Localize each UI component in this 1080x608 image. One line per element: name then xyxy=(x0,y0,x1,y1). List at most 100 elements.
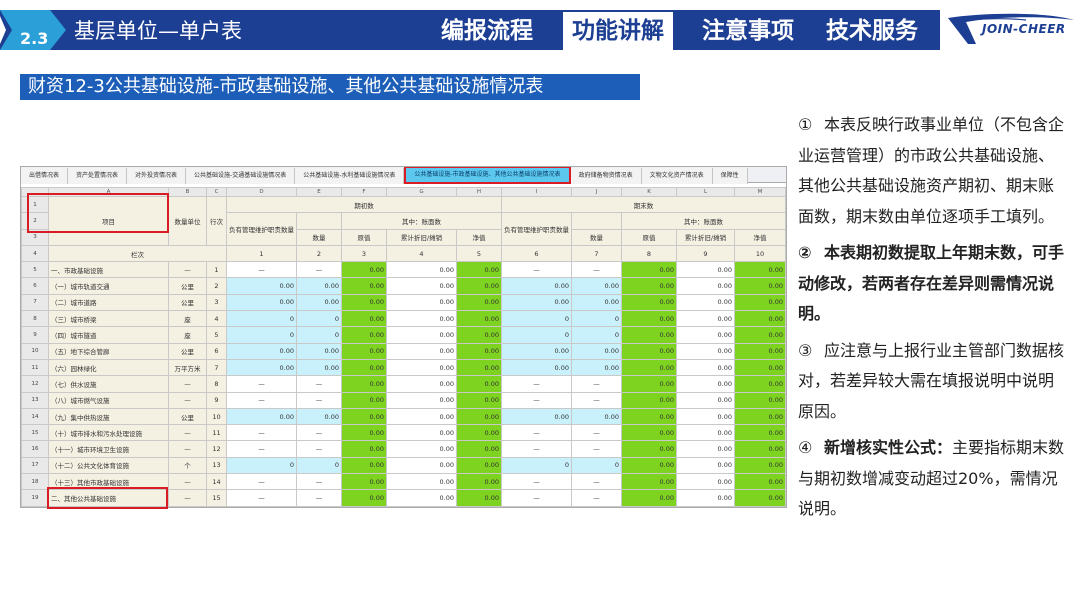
sheet-tab[interactable]: 政府储备物资情况表 xyxy=(570,168,642,184)
value-cell[interactable]: 0.00 xyxy=(386,440,457,458)
value-cell[interactable]: 0 xyxy=(296,310,342,328)
value-cell[interactable]: 0.00 xyxy=(676,424,735,442)
value-cell[interactable]: 0.00 xyxy=(676,407,735,426)
value-cell[interactable]: 0.00 xyxy=(386,358,457,377)
value-cell[interactable]: 0.00 xyxy=(386,293,457,312)
value-cell[interactable]: 0.00 xyxy=(621,407,677,426)
value-cell[interactable]: 0.00 xyxy=(456,407,502,426)
value-cell[interactable]: 0 xyxy=(501,310,572,328)
value-cell[interactable]: 0.00 xyxy=(621,375,677,393)
value-cell[interactable]: 0.00 xyxy=(341,261,387,279)
value-cell[interactable]: 0.00 xyxy=(386,456,457,475)
value-cell[interactable]: 0.00 xyxy=(621,358,677,377)
value-cell[interactable]: 0.00 xyxy=(676,310,735,328)
value-cell[interactable]: 0.00 xyxy=(341,277,387,295)
value-cell[interactable]: 0.00 xyxy=(501,342,572,360)
value-cell[interactable]: 0.00 xyxy=(226,277,297,295)
value-cell[interactable]: 0.00 xyxy=(734,277,786,295)
value-cell[interactable]: 0.00 xyxy=(296,293,342,312)
value-cell[interactable]: 0.00 xyxy=(456,505,502,507)
value-cell[interactable]: 0.00 xyxy=(621,261,677,279)
value-cell[interactable]: 0.00 xyxy=(386,473,457,491)
value-cell[interactable]: 0.00 xyxy=(226,358,297,377)
value-cell[interactable]: 0.00 xyxy=(386,277,457,295)
value-cell[interactable]: 0.00 xyxy=(226,293,297,312)
value-cell[interactable]: 0.00 xyxy=(734,293,786,312)
value-cell[interactable]: 0.00 xyxy=(621,440,677,458)
value-cell[interactable]: 0.00 xyxy=(296,277,342,295)
value-cell[interactable]: 0 xyxy=(226,326,297,344)
value-cell[interactable]: 0.00 xyxy=(734,424,786,442)
value-cell[interactable]: 0 xyxy=(501,456,572,475)
value-cell[interactable]: 0.00 xyxy=(676,277,735,295)
value-cell[interactable]: 0.00 xyxy=(621,473,677,491)
value-cell[interactable]: 0.00 xyxy=(456,440,502,458)
tab-notes[interactable]: 注意事项 xyxy=(702,14,794,48)
value-cell[interactable]: 0.00 xyxy=(341,489,387,507)
value-cell[interactable]: 0.00 xyxy=(676,489,735,507)
value-cell[interactable]: 0.00 xyxy=(386,261,457,279)
value-cell[interactable]: 0.00 xyxy=(456,375,502,393)
value-cell[interactable]: 0.00 xyxy=(456,391,502,409)
value-cell[interactable]: 0.00 xyxy=(734,473,786,491)
value-cell[interactable]: 0.00 xyxy=(456,358,502,377)
value-cell[interactable]: 0.00 xyxy=(456,489,502,507)
value-cell[interactable]: 0 xyxy=(296,456,342,475)
value-cell[interactable]: 0.00 xyxy=(734,261,786,279)
value-cell[interactable]: 0.00 xyxy=(386,424,457,442)
value-cell[interactable]: 0.00 xyxy=(341,391,387,409)
value-cell[interactable]: 0.00 xyxy=(296,407,342,426)
value-cell[interactable]: 0.00 xyxy=(676,505,735,507)
value-cell[interactable]: 0.00 xyxy=(456,473,502,491)
value-cell[interactable]: 0.00 xyxy=(734,505,786,507)
value-cell[interactable]: 0.00 xyxy=(501,358,572,377)
value-cell[interactable]: 0.00 xyxy=(341,473,387,491)
value-cell[interactable]: 0.00 xyxy=(621,277,677,295)
value-cell[interactable]: 0.00 xyxy=(734,310,786,328)
value-cell[interactable]: 0.00 xyxy=(676,358,735,377)
value-cell[interactable]: 0.00 xyxy=(341,424,387,442)
value-cell[interactable]: 0.00 xyxy=(734,440,786,458)
value-cell[interactable]: 0.00 xyxy=(341,326,387,344)
value-cell[interactable]: 0.00 xyxy=(676,261,735,279)
value-cell[interactable]: 0.00 xyxy=(386,310,457,328)
value-cell[interactable]: 0 xyxy=(571,326,622,344)
value-cell[interactable]: 0.00 xyxy=(621,293,677,312)
value-cell[interactable]: 0.00 xyxy=(676,342,735,360)
sheet-tab[interactable]: 对外投资情况表 xyxy=(127,168,187,184)
value-cell[interactable]: 0.00 xyxy=(734,391,786,409)
value-cell[interactable]: 0 xyxy=(571,456,622,475)
sheet-tab[interactable]: 资产处置情况表 xyxy=(68,168,128,184)
tab-features[interactable]: 功能讲解 xyxy=(563,12,673,50)
value-cell[interactable]: 0.00 xyxy=(341,310,387,328)
value-cell[interactable]: 0.00 xyxy=(456,326,502,344)
value-cell[interactable]: 0.00 xyxy=(501,407,572,426)
value-cell[interactable]: 0.00 xyxy=(386,342,457,360)
value-cell[interactable]: 0.00 xyxy=(386,375,457,393)
value-cell[interactable]: 0.00 xyxy=(621,310,677,328)
value-cell[interactable]: 0.00 xyxy=(734,489,786,507)
value-cell[interactable]: 0.00 xyxy=(734,375,786,393)
value-cell[interactable]: 0.00 xyxy=(386,391,457,409)
value-cell[interactable]: 0.00 xyxy=(386,489,457,507)
sheet-tab[interactable]: 文物文化资产情况表 xyxy=(641,168,713,184)
sheet-tab[interactable]: 保障性 xyxy=(712,168,748,184)
sheet-tab[interactable]: 公共基础设施-交通基础设施情况表 xyxy=(186,168,296,184)
value-cell[interactable]: 0.00 xyxy=(386,505,457,507)
value-cell[interactable]: 0.00 xyxy=(456,342,502,360)
value-cell[interactable]: 0.00 xyxy=(676,456,735,475)
value-cell[interactable]: 0 xyxy=(226,456,297,475)
value-cell[interactable]: 0.00 xyxy=(571,277,622,295)
value-cell[interactable]: 0 xyxy=(226,310,297,328)
value-cell[interactable]: 0.00 xyxy=(296,342,342,360)
value-cell[interactable]: 0.00 xyxy=(571,407,622,426)
value-cell[interactable]: 0.00 xyxy=(456,310,502,328)
value-cell[interactable]: 0.00 xyxy=(226,407,297,426)
tab-support[interactable]: 技术服务 xyxy=(826,14,918,48)
value-cell[interactable]: 0.00 xyxy=(571,342,622,360)
value-cell[interactable]: 0.00 xyxy=(734,342,786,360)
value-cell[interactable]: 0.00 xyxy=(676,391,735,409)
tab-process[interactable]: 编报流程 xyxy=(441,14,533,48)
value-cell[interactable]: 0.00 xyxy=(621,505,677,507)
value-cell[interactable]: 0.00 xyxy=(341,342,387,360)
